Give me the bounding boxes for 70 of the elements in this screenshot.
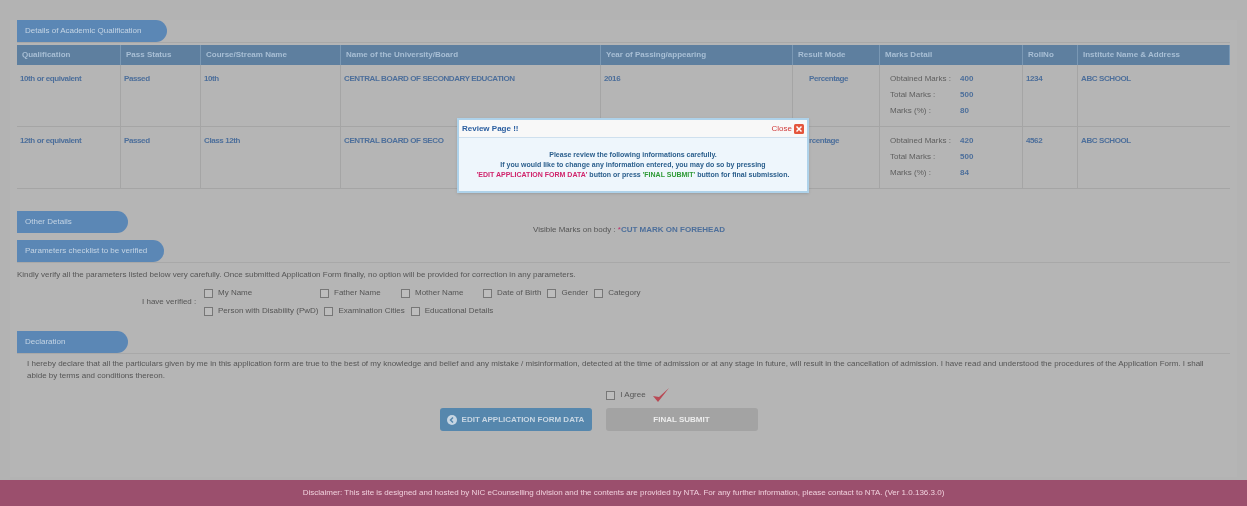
table-cell: 12th or equivalent bbox=[20, 136, 82, 145]
section-heading: Declaration bbox=[17, 331, 128, 353]
table-cell: Passed bbox=[124, 74, 150, 83]
column-header: Name of the University/Board bbox=[341, 45, 601, 65]
checkbox[interactable] bbox=[204, 288, 213, 298]
dialog-title: Review Page !! bbox=[462, 122, 519, 135]
back-icon bbox=[446, 414, 457, 425]
checkbox[interactable] bbox=[547, 288, 557, 298]
checkbox[interactable] bbox=[483, 288, 492, 298]
checkbox[interactable] bbox=[401, 288, 410, 298]
checkbox-label: Date of Birth bbox=[497, 287, 542, 299]
table-cell: 2016 bbox=[604, 74, 621, 83]
table-cell: CENTRAL BOARD OF SECONDARY EDUCATION bbox=[344, 74, 515, 83]
table-cell: Class 12th bbox=[204, 136, 241, 145]
table-cell: CENTRAL BOARD OF SECO bbox=[344, 136, 444, 145]
checkbox-label: Person with Disability (PwD) bbox=[218, 305, 319, 317]
table-cell: Percentage bbox=[809, 74, 849, 83]
column-header: Pass Status bbox=[121, 45, 201, 65]
close-icon bbox=[794, 123, 804, 134]
section-heading: Details of Academic Qualification bbox=[17, 20, 167, 42]
required-mark: * bbox=[617, 224, 621, 236]
marks-label: Obtained Marks : bbox=[890, 73, 952, 85]
marks-value: 500 bbox=[960, 89, 974, 101]
instruction-text: Kindly verify all the parameters listed below very carefully. Once submitted Application Form finally, no option will be provided for correction in any parameters. bbox=[17, 269, 577, 281]
checkmark-icon bbox=[650, 386, 671, 404]
table-cell: Passed bbox=[124, 136, 150, 145]
marks-label: Total Marks : bbox=[890, 89, 937, 101]
table-cell: 1234 bbox=[1026, 74, 1043, 83]
column-header: Institute Name & Address bbox=[1078, 45, 1230, 65]
table-cell: ABC SCHOOL bbox=[1081, 74, 1131, 83]
marks-label: Total Marks : bbox=[890, 151, 937, 163]
checkbox-label: Mother Name bbox=[415, 287, 464, 299]
checkbox[interactable] bbox=[324, 306, 334, 316]
table-cell: 10th or equivalent bbox=[20, 74, 82, 83]
marks-label: Marks (%) : bbox=[890, 167, 932, 179]
table-cell: 4562 bbox=[1026, 136, 1043, 145]
edit-button[interactable]: EDIT APPLICATION FORM DATA bbox=[439, 408, 592, 431]
marks-value: 400 bbox=[960, 73, 974, 85]
checkbox-label: Father Name bbox=[334, 287, 381, 299]
checkbox-label: My Name bbox=[218, 287, 253, 299]
column-header: Course/Stream Name bbox=[201, 45, 341, 65]
checkbox-label: Examination Cities bbox=[338, 305, 405, 317]
checkbox[interactable] bbox=[410, 306, 420, 316]
column-header: Year of Passing/appearing bbox=[601, 45, 793, 65]
checkbox[interactable] bbox=[606, 390, 616, 400]
section-heading: Other Details bbox=[17, 211, 128, 233]
checkbox[interactable] bbox=[594, 288, 604, 298]
marks-value: 84 bbox=[960, 167, 969, 179]
disclaimer-text: Disclaimer: This site is designed and hosted by NIC eCounselling division and the contents are provided by NTA. For any further information, please contact to NTA. (Ver 1.0.136.3.0) bbox=[302, 487, 945, 499]
marks-value: 500 bbox=[960, 151, 974, 163]
checkbox-label: Gender bbox=[561, 287, 589, 299]
section-heading: Parameters checklist to be verified bbox=[17, 240, 164, 262]
column-header: Marks Detail bbox=[880, 45, 1023, 65]
table-cell: ABC SCHOOL bbox=[1081, 136, 1131, 145]
marks-label: Visible Marks on body : bbox=[533, 224, 617, 236]
marks-value: 420 bbox=[960, 135, 974, 147]
marks-label: Marks (%) : bbox=[890, 105, 932, 117]
column-header: Result Mode bbox=[793, 45, 880, 65]
marks-value: 80 bbox=[960, 105, 969, 117]
checkbox[interactable] bbox=[320, 288, 329, 298]
column-header: Qualification bbox=[17, 45, 121, 65]
checkbox-label: Category bbox=[608, 287, 641, 299]
column-header: RollNo bbox=[1023, 45, 1078, 65]
checkbox-label: Educational Details bbox=[424, 305, 494, 317]
agree-label: I Agree bbox=[620, 389, 646, 401]
table-cell: 10th bbox=[204, 74, 219, 83]
table-cell: rcentage bbox=[809, 136, 840, 145]
checkbox[interactable] bbox=[204, 306, 213, 316]
close-button[interactable]: Close bbox=[771, 122, 804, 135]
marks-label: Obtained Marks : bbox=[890, 135, 952, 147]
